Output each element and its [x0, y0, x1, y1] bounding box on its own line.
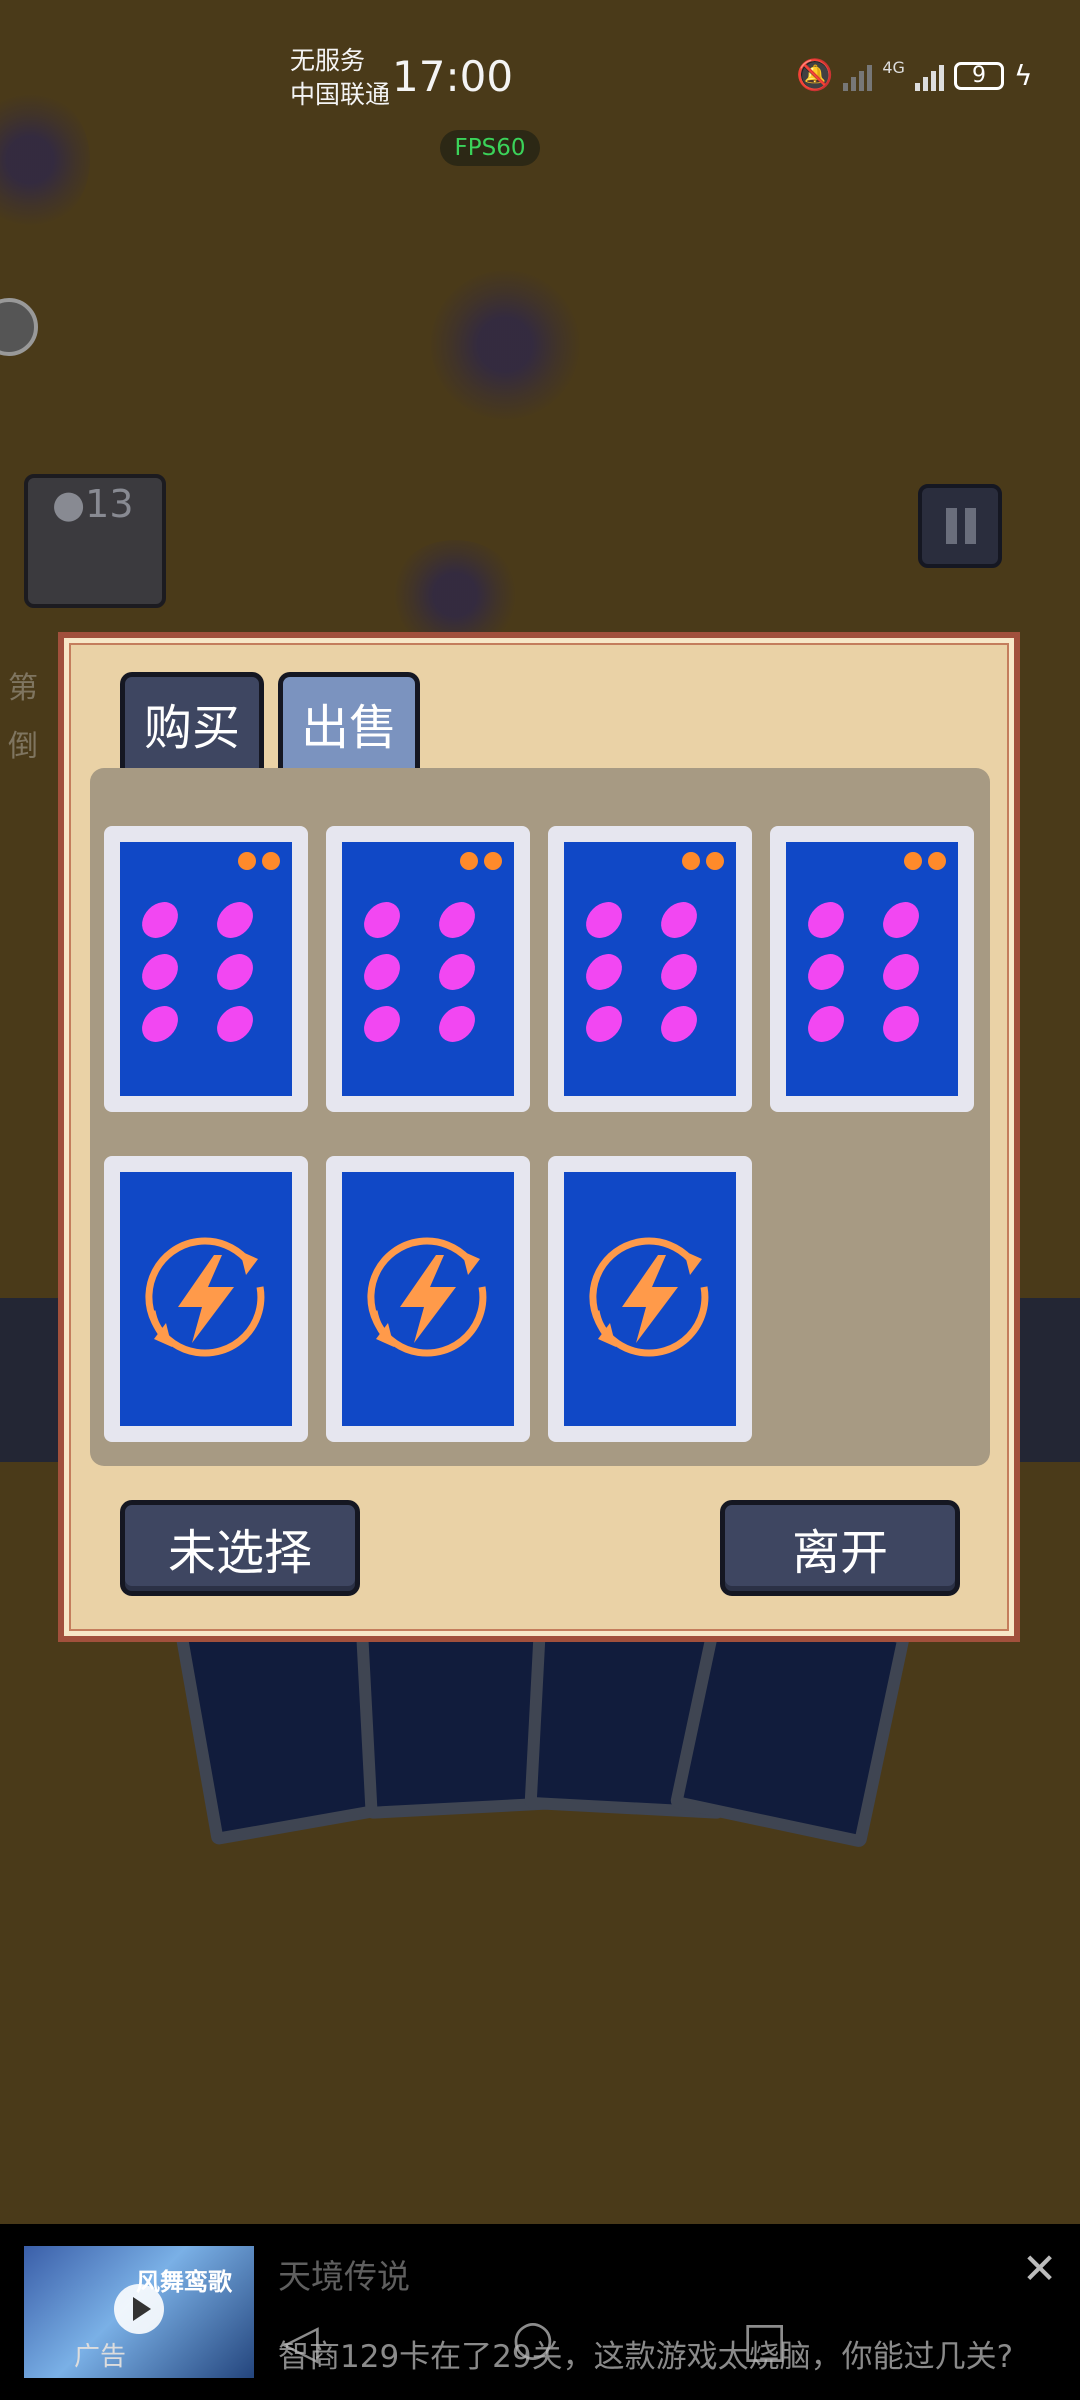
pip	[653, 946, 705, 998]
side-indicator	[0, 298, 38, 356]
card-face	[564, 842, 736, 1096]
battery-level: 9	[971, 63, 986, 88]
cost-dot	[928, 852, 946, 870]
pip-card[interactable]	[548, 826, 752, 1112]
card-pips	[356, 894, 490, 1050]
tab-buy[interactable]: 购买	[120, 672, 264, 768]
card-face	[120, 1172, 292, 1426]
lightning-icon	[367, 1237, 487, 1357]
pip-card[interactable]	[770, 826, 974, 1112]
pip	[578, 998, 630, 1050]
cost-dot	[682, 852, 700, 870]
carrier-info: 无服务 中国联通	[290, 44, 390, 112]
status-icons: 🔕 4G 9 ϟ	[796, 58, 1032, 93]
background-scatter	[0, 90, 90, 230]
pip	[431, 946, 483, 998]
side-label-line: 倒	[8, 729, 38, 764]
pip	[875, 946, 927, 998]
right-side-panel[interactable]	[1020, 1298, 1080, 1462]
cost-dot	[904, 852, 922, 870]
pip	[209, 946, 261, 998]
cost-dot	[484, 852, 502, 870]
energy-card[interactable]	[548, 1156, 752, 1442]
pip	[653, 894, 705, 946]
pip	[578, 946, 630, 998]
recents-icon[interactable]: □	[742, 2312, 787, 2368]
ad-label: 广告	[74, 2342, 127, 2372]
pip-card[interactable]	[104, 826, 308, 1112]
pip	[356, 998, 408, 1050]
cost-dots	[238, 852, 280, 870]
energy-card[interactable]	[326, 1156, 530, 1442]
network-type: 4G	[882, 58, 905, 77]
side-label: 第 倒	[8, 660, 38, 776]
cost-dot	[262, 852, 280, 870]
pip	[431, 894, 483, 946]
background-scatter	[430, 270, 580, 420]
clock: 17:00	[392, 52, 514, 101]
pip	[134, 946, 186, 998]
card-face	[342, 842, 514, 1096]
pip-card[interactable]	[326, 826, 530, 1112]
card-pips	[578, 894, 712, 1050]
pause-button[interactable]	[918, 484, 1002, 568]
play-icon[interactable]	[114, 2284, 164, 2334]
ad-title[interactable]: 天境传说	[278, 2250, 410, 2298]
home-icon[interactable]: ○	[512, 2310, 554, 2366]
pip	[431, 998, 483, 1050]
cost-dot	[706, 852, 724, 870]
ad-description[interactable]: 智商129卡在了29关，这款游戏太烧脑，你能过几关?	[278, 2331, 1013, 2376]
pip	[800, 998, 852, 1050]
pip	[209, 998, 261, 1050]
pip	[875, 998, 927, 1050]
battery-icon: 9	[953, 61, 1004, 90]
card-face	[120, 842, 292, 1096]
card-face	[786, 842, 958, 1096]
pip	[800, 894, 852, 946]
card-pips	[134, 894, 268, 1050]
leave-button[interactable]: 离开	[720, 1500, 960, 1596]
carrier-line: 中国联通	[290, 80, 391, 109]
close-icon[interactable]: ✕	[1022, 2244, 1057, 2293]
pip	[356, 894, 408, 946]
coin-count: ●13	[52, 482, 134, 526]
pip	[134, 894, 186, 946]
cost-dots	[682, 852, 724, 870]
pip	[875, 894, 927, 946]
card-face	[342, 1172, 514, 1426]
cost-dots	[904, 852, 946, 870]
selection-status-button[interactable]: 未选择	[120, 1500, 360, 1596]
cost-dots	[460, 852, 502, 870]
side-label-line: 第	[8, 671, 38, 706]
cost-dot	[238, 852, 256, 870]
card-pips	[800, 894, 934, 1050]
back-icon[interactable]: ◁	[282, 2314, 319, 2370]
fps-counter: FPS60	[440, 130, 540, 166]
carrier-line: 无服务	[290, 46, 366, 75]
mute-bell-icon: 🔕	[796, 58, 834, 93]
pip	[356, 946, 408, 998]
lightning-icon	[589, 1237, 709, 1357]
pip	[800, 946, 852, 998]
signal-icon	[914, 61, 944, 91]
charging-icon: ϟ	[1013, 59, 1033, 92]
card-face	[564, 1172, 736, 1426]
cost-dot	[460, 852, 478, 870]
energy-card[interactable]	[104, 1156, 308, 1442]
pip	[134, 998, 186, 1050]
lightning-icon	[145, 1237, 265, 1357]
pip	[578, 894, 630, 946]
coin-icon: ●	[52, 482, 86, 526]
tab-sell[interactable]: 出售	[278, 672, 420, 768]
left-side-panel[interactable]	[0, 1298, 60, 1462]
pip	[653, 998, 705, 1050]
pip	[209, 894, 261, 946]
no-signal-icon	[843, 61, 873, 91]
